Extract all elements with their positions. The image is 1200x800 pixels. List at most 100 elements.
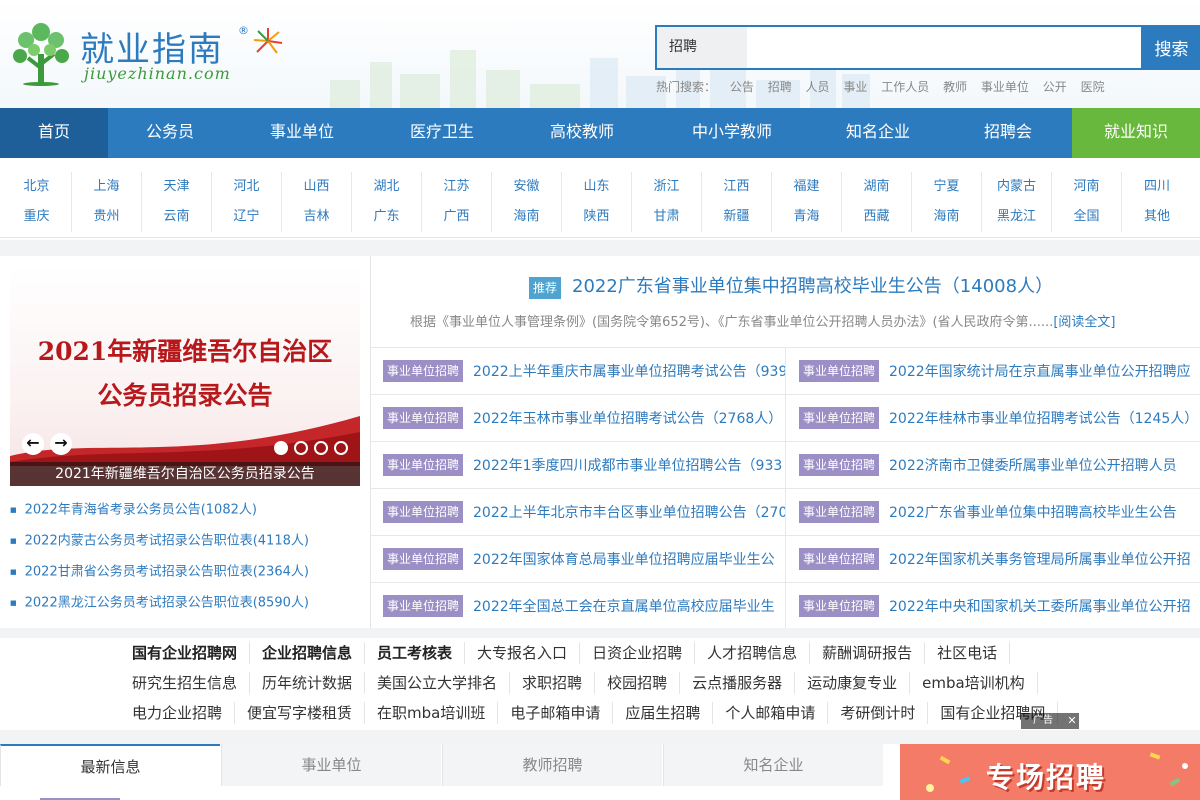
ad-link[interactable]: 运动康复专业 (795, 672, 911, 694)
region-link[interactable]: 江西 (702, 172, 772, 202)
ad-link[interactable]: emba培训机构 (910, 672, 1038, 694)
news-title[interactable]: 2022年1季度四川成都市事业单位招聘公告（933 (473, 455, 782, 475)
region-link[interactable]: 辽宁 (212, 202, 282, 232)
news-title[interactable]: 2022年国家体育总局事业单位招聘应届毕业生公 (473, 549, 775, 569)
ad-link[interactable]: 日资企业招聘 (580, 642, 696, 664)
news-item[interactable]: 事业单位招聘 2022年桂林市事业单位招聘考试公告（1245人） (785, 395, 1200, 442)
nav-item-school-teacher[interactable]: 中小学教师 (652, 108, 812, 158)
ad-link[interactable]: 应届生招聘 (613, 702, 714, 724)
news-item[interactable]: 事业单位招聘 2022济南市卫健委所属事业单位公开招聘人员 (785, 442, 1200, 489)
region-link[interactable]: 山东 (562, 172, 632, 202)
carousel-dot[interactable] (294, 441, 308, 455)
region-link[interactable]: 湖南 (842, 172, 912, 202)
region-link[interactable]: 浙江 (632, 172, 702, 202)
region-link[interactable]: 宁夏 (912, 172, 982, 202)
news-item[interactable]: 事业单位招聘 2022年国家体育总局事业单位招聘应届毕业生公 (370, 536, 785, 583)
category-tag[interactable]: 事业单位招聘 (799, 501, 879, 523)
news-item[interactable]: 事业单位招聘 2022年1季度四川成都市事业单位招聘公告（933 (370, 442, 785, 489)
list-item[interactable]: 2022甘肃省公务员考试招录公告职位表(2364人) (10, 560, 360, 591)
carousel-next-button[interactable]: → (50, 433, 72, 455)
search-category-select[interactable]: 招聘 (657, 27, 747, 68)
region-link[interactable]: 吉林 (282, 202, 352, 232)
region-link[interactable]: 四川 (1122, 172, 1192, 202)
region-link[interactable]: 北京 (2, 172, 72, 202)
site-logo[interactable]: 就业指南 ® jiuyezhinan.com (8, 18, 298, 88)
nav-item-home[interactable]: 首页 (0, 108, 108, 158)
region-link[interactable]: 河北 (212, 172, 282, 202)
hot-search-link[interactable]: 公开 (1043, 80, 1067, 94)
region-link[interactable]: 海南 (492, 202, 562, 232)
region-link[interactable]: 江苏 (422, 172, 492, 202)
ad-link[interactable]: 研究生招生信息 (120, 672, 251, 694)
search-button[interactable]: 搜索 (1141, 25, 1200, 70)
ad-link[interactable]: 人才招聘信息 (695, 642, 811, 664)
hot-search-link[interactable]: 招聘 (768, 80, 792, 94)
news-title[interactable]: 2022年中央和国家机关工委所属事业单位公开招 (889, 596, 1191, 616)
news-title[interactable]: 2022年玉林市事业单位招聘考试公告（2768人） (473, 408, 782, 428)
region-link[interactable]: 全国 (1052, 202, 1122, 232)
category-tag[interactable]: 事业单位招聘 (383, 454, 463, 476)
ad-link[interactable]: 个人邮箱申请 (713, 702, 829, 724)
search-input[interactable] (747, 27, 1139, 68)
news-item[interactable]: 事业单位招聘 2022上半年北京市丰台区事业单位招聘公告（270 (370, 489, 785, 536)
region-link[interactable]: 上海 (72, 172, 142, 202)
ad-link[interactable]: 电力企业招聘 (120, 702, 236, 724)
category-tag[interactable]: 事业单位招聘 (383, 548, 463, 570)
ad-link[interactable]: 校园招聘 (595, 672, 681, 694)
news-title[interactable]: 2022年全国总工会在京直属单位高校应届毕业生 (473, 596, 775, 616)
category-tag[interactable]: 事业单位招聘 (383, 501, 463, 523)
special-recruitment-banner[interactable]: 专场招聘 (900, 744, 1200, 800)
region-link[interactable]: 陕西 (562, 202, 632, 232)
news-item[interactable]: 事业单位招聘 2022上半年重庆市属事业单位招聘考试公告（939 (370, 348, 785, 395)
ad-link[interactable]: 电子邮箱申请 (498, 702, 614, 724)
read-more-link[interactable]: [阅读全文] (1053, 315, 1115, 330)
region-link[interactable]: 西藏 (842, 202, 912, 232)
region-link[interactable]: 新疆 (702, 202, 772, 232)
region-link[interactable]: 青海 (772, 202, 842, 232)
region-link[interactable]: 福建 (772, 172, 842, 202)
ad-link[interactable]: 美国公立大学排名 (365, 672, 511, 694)
region-link[interactable]: 贵州 (72, 202, 142, 232)
tab-public-institution[interactable]: 事业单位 (221, 744, 441, 786)
news-title[interactable]: 2022年国家机关事务管理局所属事业单位公开招 (889, 549, 1191, 569)
hot-search-link[interactable]: 工作人员 (881, 80, 929, 94)
region-link[interactable]: 广西 (422, 202, 492, 232)
carousel-dot[interactable] (274, 441, 288, 455)
hot-search-link[interactable]: 事业 (843, 80, 867, 94)
ad-link[interactable]: 便宜写字楼租赁 (235, 702, 366, 724)
news-title[interactable]: 2022济南市卫健委所属事业单位公开招聘人员 (889, 455, 1177, 475)
ad-link[interactable]: 考研倒计时 (828, 702, 929, 724)
news-title[interactable]: 2022年国家统计局在京直属事业单位公开招聘应 (889, 361, 1191, 381)
news-title[interactable]: 2022上半年重庆市属事业单位招聘考试公告（939 (473, 361, 785, 381)
news-item[interactable]: 事业单位招聘 2022年中央和国家机关工委所属事业单位公开招 (785, 583, 1200, 630)
ad-link[interactable]: 薪酬调研报告 (810, 642, 926, 664)
news-item[interactable]: 事业单位招聘 2022年全国总工会在京直属单位高校应届毕业生 (370, 583, 785, 630)
news-title[interactable]: 2022广东省事业单位集中招聘高校毕业生公告 (889, 502, 1177, 522)
region-link[interactable]: 甘肃 (632, 202, 702, 232)
carousel-prev-button[interactable]: ← (22, 433, 44, 455)
banner-caption[interactable]: 2021年新疆维吾尔自治区公务员招录公告 (10, 462, 360, 486)
region-link[interactable]: 广东 (352, 202, 422, 232)
news-item[interactable]: 事业单位招聘 2022广东省事业单位集中招聘高校毕业生公告 (785, 489, 1200, 536)
list-item[interactable]: 2022内蒙古公务员考试招录公告职位表(4118人) (10, 529, 360, 560)
tab-famous-company[interactable]: 知名企业 (663, 744, 883, 786)
region-link[interactable]: 云南 (142, 202, 212, 232)
region-link[interactable]: 天津 (142, 172, 212, 202)
news-title[interactable]: 2022年桂林市事业单位招聘考试公告（1245人） (889, 408, 1198, 428)
region-link[interactable]: 海南 (912, 202, 982, 232)
region-link[interactable]: 内蒙古 (982, 172, 1052, 202)
featured-headline[interactable]: 2022广东省事业单位集中招聘高校毕业生公告（14008人） (572, 272, 1053, 298)
hot-search-link[interactable]: 事业单位 (981, 80, 1029, 94)
carousel-banner[interactable]: 2021年新疆维吾尔自治区 公务员招录公告 ← → 2021年新疆维吾尔自治区公… (10, 266, 360, 486)
ad-link[interactable]: 大专报名入口 (465, 642, 581, 664)
category-tag[interactable]: 事业单位招聘 (799, 548, 879, 570)
category-tag[interactable]: 事业单位招聘 (383, 595, 463, 617)
region-link[interactable]: 黑龙江 (982, 202, 1052, 232)
category-tag[interactable]: 事业单位招聘 (383, 407, 463, 429)
list-item[interactable]: 2022黑龙江公务员考试招录公告职位表(8590人) (10, 591, 360, 622)
region-link[interactable]: 河南 (1052, 172, 1122, 202)
tab-teacher-recruitment[interactable]: 教师招聘 (442, 744, 662, 786)
hot-search-link[interactable]: 医院 (1081, 80, 1105, 94)
hot-search-link[interactable]: 人员 (806, 80, 830, 94)
carousel-dot[interactable] (314, 441, 328, 455)
